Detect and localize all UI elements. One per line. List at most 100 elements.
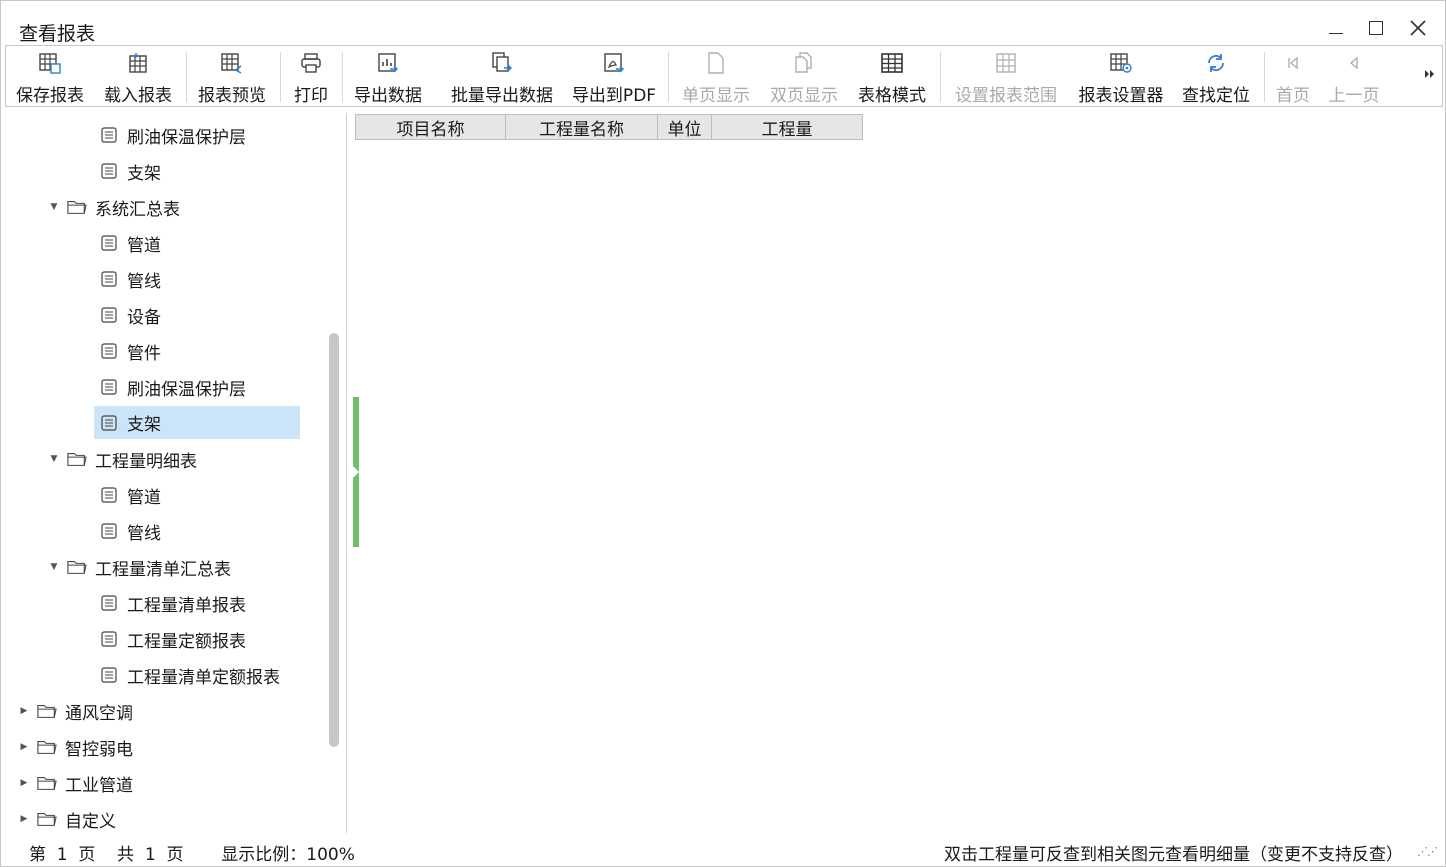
- tree-item[interactable]: 管件: [99, 333, 161, 369]
- column-header[interactable]: 单位: [658, 115, 712, 140]
- document-icon: [99, 270, 119, 288]
- expanded-caret-icon[interactable]: ▼: [47, 562, 61, 572]
- document-icon: [99, 630, 119, 648]
- tree-folder[interactable]: ▼ 工程量清单汇总表: [47, 549, 231, 585]
- folder-icon: [67, 450, 87, 468]
- load-grid-icon: [129, 53, 147, 73]
- collapsed-caret-icon[interactable]: ▶: [17, 814, 31, 824]
- tree-item[interactable]: 管线: [99, 513, 161, 549]
- table-icon: [881, 53, 903, 73]
- toolbar-separator: [186, 52, 187, 102]
- expanded-caret-icon[interactable]: ▼: [47, 202, 61, 212]
- collapsed-caret-icon[interactable]: ▶: [17, 778, 31, 788]
- tree-folder[interactable]: ▶ 工业管道: [17, 765, 133, 801]
- toolbar-separator: [342, 52, 343, 102]
- prev-page-icon: [1349, 56, 1358, 70]
- document-icon: [99, 234, 119, 252]
- column-header[interactable]: 工程量: [712, 115, 862, 140]
- batch-export-button[interactable]: 批量导出数据: [444, 46, 560, 106]
- minimize-button[interactable]: [1319, 11, 1353, 45]
- column-header[interactable]: 工程量名称: [506, 115, 658, 140]
- status-hint: 双击工程量可反查到相关图元查看明细量（变更不支持反查）: [944, 845, 1403, 865]
- tree-item[interactable]: 工程量清单报表: [99, 585, 246, 621]
- report-settings-button[interactable]: 报表设置器: [1072, 46, 1170, 106]
- tree-item-selected[interactable]: 支架: [94, 406, 300, 439]
- tree-folder[interactable]: ▼ 系统汇总表: [47, 189, 180, 225]
- report-viewer-window: 查看报表 保存报表 载入报表 报表预览 打印 导出数据 批量导出数据 导出到PD…: [0, 0, 1446, 867]
- tree-item[interactable]: 刷油保温保护层: [99, 369, 246, 405]
- export-pdf-button[interactable]: 导出到PDF: [568, 46, 660, 106]
- collapsed-caret-icon[interactable]: ▶: [17, 706, 31, 716]
- maximize-icon: [1369, 21, 1383, 35]
- tree-item[interactable]: 工程量定额报表: [99, 621, 246, 657]
- toolbar-separator: [668, 52, 669, 102]
- export-data-button[interactable]: 导出数据: [348, 46, 428, 106]
- title-bar[interactable]: 查看报表: [1, 1, 1445, 45]
- tree-folder[interactable]: ▶ 通风空调: [17, 693, 133, 729]
- find-locate-button[interactable]: 查找定位: [1176, 46, 1256, 106]
- toolbar: 保存报表 载入报表 报表预览 打印 导出数据 批量导出数据 导出到PDF 单页显…: [5, 45, 1443, 107]
- collapsed-caret-icon[interactable]: ▶: [17, 742, 31, 752]
- maximize-button[interactable]: [1359, 11, 1393, 45]
- column-header[interactable]: 项目名称: [356, 115, 506, 140]
- document-icon: [99, 342, 119, 360]
- tree-item[interactable]: 工程量清单定额报表: [99, 657, 280, 693]
- refresh-locate-icon: [1208, 54, 1224, 72]
- save-report-button[interactable]: 保存报表: [10, 46, 90, 106]
- folder-icon: [37, 738, 57, 756]
- tree-item[interactable]: 刷油保温保护层: [99, 117, 246, 153]
- table-mode-button[interactable]: 表格模式: [852, 46, 932, 106]
- resize-grip-icon[interactable]: ⋰⋰: [1417, 845, 1438, 858]
- folder-icon: [67, 198, 87, 216]
- document-icon: [99, 486, 119, 504]
- page-info: 第 1 页 共 1 页 显示比例：100%: [29, 845, 355, 865]
- tree-scrollbar[interactable]: [329, 333, 339, 747]
- double-page-button[interactable]: 双页显示: [764, 46, 844, 106]
- report-grid-header: 项目名称 工程量名称 单位 工程量: [355, 114, 863, 140]
- toolbar-separator: [280, 52, 281, 102]
- close-icon: [1410, 20, 1426, 36]
- first-page-icon: [1288, 56, 1298, 70]
- document-icon: [99, 666, 119, 684]
- folder-icon: [67, 558, 87, 576]
- toolbar-separator: [940, 52, 941, 102]
- expanded-caret-icon[interactable]: ▼: [47, 454, 61, 464]
- preview-grid-icon: [221, 53, 242, 74]
- report-tree[interactable]: 刷油保温保护层 支架 ▼ 系统汇总表 管道 管线 设备 管件 刷油保温保护层 支…: [5, 113, 347, 833]
- tree-item[interactable]: 管线: [99, 261, 161, 297]
- print-button[interactable]: 打印: [286, 46, 336, 106]
- single-page-icon: [708, 52, 724, 74]
- prev-page-button[interactable]: 上一页: [1322, 46, 1386, 106]
- document-icon: [99, 378, 119, 396]
- load-report-button[interactable]: 载入报表: [98, 46, 178, 106]
- document-icon: [99, 126, 119, 144]
- printer-icon: [301, 53, 321, 73]
- window-title: 查看报表: [19, 23, 96, 45]
- tree-folder[interactable]: ▶ 智控弱电: [17, 729, 133, 765]
- document-icon: [99, 522, 119, 540]
- document-icon: [99, 306, 119, 324]
- tree-item[interactable]: 设备: [99, 297, 161, 333]
- status-bar: 第 1 页 共 1 页 显示比例：100% 双击工程量可反查到相关图元查看明细量…: [5, 835, 1443, 865]
- single-page-button[interactable]: 单页显示: [676, 46, 756, 106]
- first-page-button[interactable]: 首页: [1270, 46, 1316, 106]
- set-report-range-button[interactable]: 设置报表范围: [948, 46, 1064, 106]
- pane-collapse-handle[interactable]: [353, 397, 359, 547]
- folder-icon: [37, 810, 57, 828]
- export-data-icon: [378, 53, 398, 73]
- tree-item[interactable]: 管道: [99, 225, 161, 261]
- tree-item[interactable]: 管道: [99, 477, 161, 513]
- close-button[interactable]: [1401, 11, 1435, 45]
- toolbar-overflow-button[interactable]: [1424, 68, 1436, 82]
- double-chevron-right-icon: [1425, 70, 1434, 78]
- preview-report-button[interactable]: 报表预览: [192, 46, 272, 106]
- save-grid-icon: [39, 53, 61, 74]
- tree-folder[interactable]: ▶ 自定义: [17, 801, 116, 833]
- folder-icon: [37, 774, 57, 792]
- document-icon: [99, 594, 119, 612]
- document-icon: [99, 162, 119, 180]
- pdf-icon: [604, 53, 624, 73]
- minimize-icon: [1329, 32, 1343, 34]
- tree-folder[interactable]: ▼ 工程量明细表: [47, 441, 197, 477]
- tree-item[interactable]: 支架: [99, 153, 161, 189]
